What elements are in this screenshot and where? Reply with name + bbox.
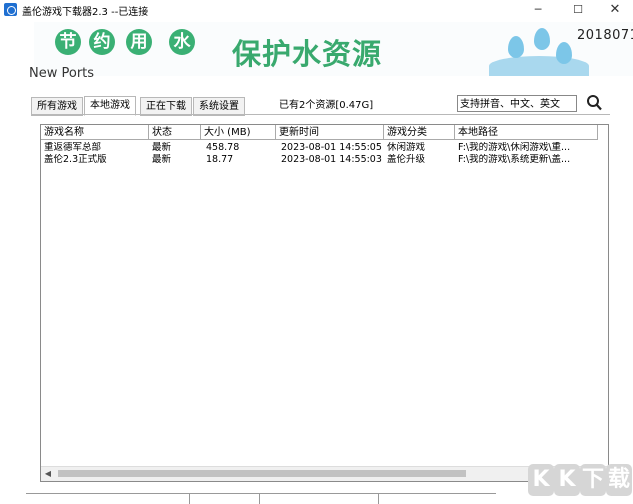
tab-divider xyxy=(31,114,610,115)
slogan-char: 约 xyxy=(89,29,115,55)
tab-local-games[interactable]: 本地游戏 xyxy=(84,96,136,116)
game-status: 最新 xyxy=(152,154,172,165)
watermark-char: 载 xyxy=(606,464,632,496)
watermark-char: K xyxy=(554,464,580,496)
window-title: 盖伦游戏下载器2.3 --已连接 xyxy=(22,7,149,18)
title-bar: 盖伦游戏下载器2.3 --已连接 ─ ☐ ✕ xyxy=(0,0,633,22)
maximize-button[interactable]: ☐ xyxy=(560,0,596,20)
game-category: 盖伦升级 xyxy=(387,154,426,165)
slogan-char: 用 xyxy=(126,29,152,55)
column-header[interactable]: 更新时间 xyxy=(276,125,384,140)
horizontal-scrollbar[interactable]: ◀ ▶ xyxy=(41,466,608,481)
resource-summary: 已有2个资源[0.47G] xyxy=(279,100,374,111)
slogan-char: 水 xyxy=(169,29,195,55)
game-update-time: 2023-08-01 14:55:03 xyxy=(281,154,382,165)
app-icon xyxy=(4,3,17,16)
table-row[interactable]: 重返德军总部 最新 458.78 2023-08-01 14:55:05 休闲游… xyxy=(41,142,608,154)
game-status: 最新 xyxy=(152,142,172,153)
table-row[interactable]: 盖伦2.3正式版 最新 18.77 2023-08-01 14:55:03 盖伦… xyxy=(41,154,608,166)
game-name: 盖伦2.3正式版 xyxy=(44,154,107,165)
games-table[interactable]: 游戏名称 状态 大小 (MB) 更新时间 游戏分类 本地路径 重返德军总部 最新… xyxy=(40,124,609,482)
banner-headline: 保护水资源 xyxy=(232,37,383,71)
game-update-time: 2023-08-01 14:55:05 xyxy=(281,142,382,153)
water-drop-icon xyxy=(508,36,524,58)
column-header[interactable]: 状态 xyxy=(149,125,201,140)
watermark-logo: K K 下 载 xyxy=(528,462,633,503)
game-name: 重返德军总部 xyxy=(44,142,102,153)
column-header[interactable]: 大小 (MB) xyxy=(201,125,276,140)
game-size: 458.78 xyxy=(206,142,240,153)
search-icon[interactable] xyxy=(586,94,602,112)
banner-ad[interactable]: 节 约 用 水 保护水资源 20180716 xyxy=(34,22,633,76)
game-local-path: F:\我的游戏\系统更新\盖... xyxy=(458,154,571,165)
table-header: 游戏名称 状态 大小 (MB) 更新时间 游戏分类 本地路径 xyxy=(41,125,608,141)
new-ports-label: New Ports xyxy=(29,66,95,81)
game-local-path: F:\我的游戏\休闲游戏\重... xyxy=(458,142,571,153)
scrollbar-thumb[interactable] xyxy=(58,470,466,477)
water-drop-icon xyxy=(534,28,550,50)
column-header[interactable]: 游戏名称 xyxy=(41,125,149,140)
water-drop-icon xyxy=(556,42,572,64)
status-bar xyxy=(26,493,496,504)
slogan-char: 节 xyxy=(55,29,81,55)
column-header[interactable]: 本地路径 xyxy=(455,125,598,140)
game-category: 休闲游戏 xyxy=(387,142,426,153)
column-header[interactable]: 游戏分类 xyxy=(384,125,455,140)
search-input[interactable]: 支持拼音、中文、英文 xyxy=(457,95,577,112)
watermark-char: 下 xyxy=(580,464,606,496)
game-size: 18.77 xyxy=(206,154,234,165)
minimize-button[interactable]: ─ xyxy=(520,0,556,20)
water-bag-image xyxy=(489,56,589,76)
scroll-left-arrow[interactable]: ◀ xyxy=(41,467,55,481)
banner-date-code: 20180716 xyxy=(577,28,633,43)
watermark-char: K xyxy=(528,464,554,496)
close-button[interactable]: ✕ xyxy=(597,0,633,20)
